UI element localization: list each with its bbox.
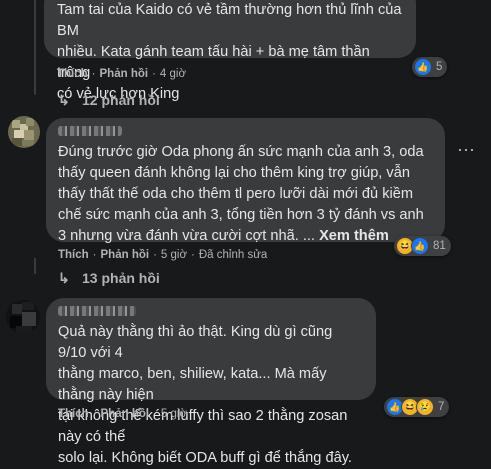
avatar-image	[6, 300, 40, 334]
comment-actions: Thích · Phản hồi · 5 giờ · Đã chỉnh sửa	[58, 249, 268, 261]
like-icon: 👍	[411, 237, 429, 255]
like-button[interactable]: Thích	[58, 249, 89, 261]
timestamp[interactable]: 5 giờ	[161, 249, 187, 261]
comment-bubble: Tam tai của Kaido có vẻ tầm thường hơn t…	[44, 0, 416, 102]
reaction-count: 81	[433, 240, 446, 252]
edited-label[interactable]: Đã chỉnh sửa	[199, 249, 267, 261]
author-name-blurred[interactable]	[58, 306, 136, 316]
like-button[interactable]: Thích	[58, 408, 89, 420]
avatar[interactable]	[6, 300, 40, 334]
more-options-icon[interactable]: ⋯	[457, 140, 476, 161]
reply-button[interactable]: Phản hồi	[101, 408, 150, 420]
comment-text: Tam tai của Kaido có vẻ tầm thường hơn t…	[57, 2, 402, 102]
timestamp[interactable]: 5 giờ	[161, 408, 187, 420]
sad-icon: 😢	[416, 398, 434, 416]
author-name-blurred[interactable]	[58, 126, 122, 136]
replies-count: 13 phản hồi	[82, 270, 160, 286]
comment-text: Đúng trước giờ Oda phong ấn sức mạnh của…	[58, 142, 433, 247]
reaction-summary[interactable]: 👍 😆 😢 7	[384, 397, 450, 417]
comment-actions: Thích · Phản hồi · 5 giờ	[58, 408, 188, 420]
view-replies-link[interactable]: ↳ 12 phản hồi	[58, 92, 160, 109]
reply-arrow-icon: ↳	[58, 92, 70, 108]
comment-actions: Thích · Phản hồi · 4 giờ	[57, 68, 187, 80]
reply-button[interactable]: Phản hồi	[100, 68, 149, 80]
thread-line	[34, 258, 36, 274]
see-more-link[interactable]: Xem thêm	[319, 228, 389, 244]
thread-line	[34, 0, 36, 95]
reaction-count: 5	[436, 61, 443, 73]
reply-button[interactable]: Phản hồi	[101, 249, 150, 261]
comment-bubble: Quả này thằng thì ảo thật. King dù gì cũ…	[46, 298, 376, 466]
like-icon: 👍	[414, 58, 432, 76]
comment-bubble: Đúng trước giờ Oda phong ấn sức mạnh của…	[46, 118, 445, 244]
like-button[interactable]: Thích	[57, 68, 88, 80]
reply-arrow-icon: ↳	[58, 270, 70, 286]
avatar-image	[8, 116, 40, 148]
replies-count: 12 phản hồi	[82, 92, 160, 108]
comment-text: Quả này thằng thì ảo thật. King dù gì cũ…	[58, 324, 352, 466]
view-replies-link[interactable]: ↳ 13 phản hồi	[58, 270, 160, 287]
reaction-summary[interactable]: 😆 👍 81	[394, 236, 451, 256]
reaction-count: 7	[438, 401, 445, 413]
avatar[interactable]	[8, 116, 40, 148]
reaction-summary[interactable]: 👍 5	[412, 57, 448, 77]
timestamp[interactable]: 4 giờ	[160, 68, 186, 80]
